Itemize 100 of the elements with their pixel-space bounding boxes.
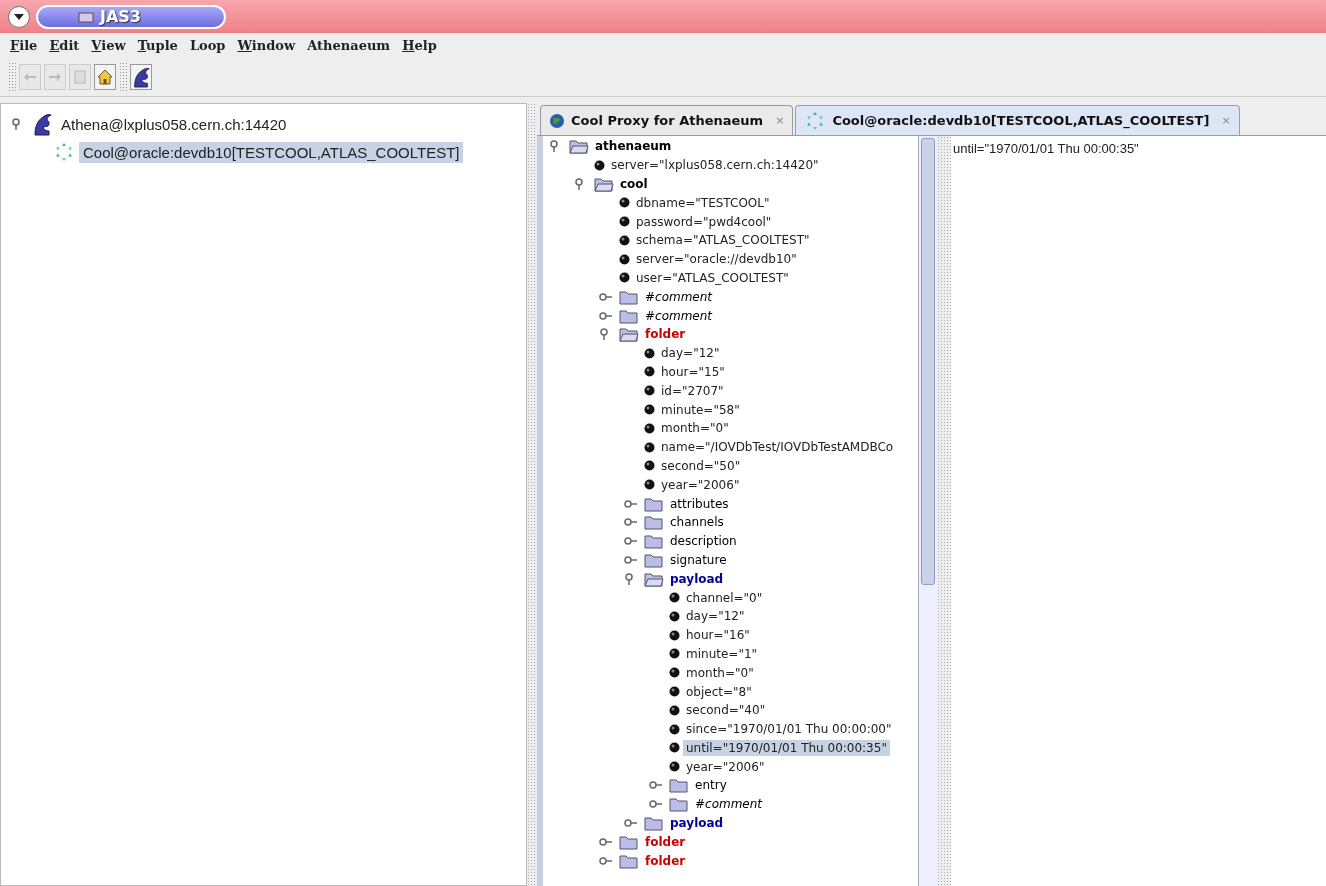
menu-item[interactable]: File bbox=[10, 38, 38, 53]
attribute-node[interactable]: user="ATLAS_COOLTEST" bbox=[633, 269, 792, 286]
scroll-bar[interactable] bbox=[918, 136, 937, 886]
collapsed-toggle-icon[interactable] bbox=[599, 309, 613, 322]
tab[interactable]: Cool@oracle:devdb10[TESTCOOL,ATLAS_COOLTEST] × bbox=[795, 105, 1240, 135]
attribute-node[interactable]: second="50" bbox=[658, 457, 744, 474]
bullet-icon bbox=[669, 629, 680, 641]
caret-icon bbox=[14, 13, 24, 20]
open-folder-icon bbox=[644, 570, 664, 587]
bullet-icon bbox=[669, 723, 680, 735]
attribute-node[interactable]: day="12" bbox=[658, 345, 723, 362]
bullet-icon bbox=[644, 460, 655, 472]
collapsed-toggle-icon[interactable] bbox=[599, 835, 613, 848]
tree-node[interactable]: #comment bbox=[642, 288, 716, 305]
tree-node[interactable]: folder bbox=[642, 326, 689, 343]
tree-node[interactable]: athenaeum bbox=[592, 138, 675, 155]
bullet-icon bbox=[619, 197, 630, 209]
tree-node[interactable]: Cool@oracle:devdb10[TESTCOOL,ATLAS_COOLTEST] bbox=[79, 141, 464, 163]
menu-item[interactable]: View bbox=[91, 38, 126, 53]
attribute-node[interactable]: minute="1" bbox=[683, 645, 761, 662]
bullet-icon bbox=[669, 704, 680, 716]
tree-node[interactable]: cool bbox=[617, 176, 651, 192]
collapsed-toggle-icon[interactable] bbox=[649, 779, 663, 792]
open-folder-icon bbox=[594, 176, 614, 192]
attribute-node[interactable]: minute="58" bbox=[658, 401, 743, 418]
collapsed-toggle-icon[interactable] bbox=[649, 798, 663, 811]
folder-icon bbox=[644, 551, 664, 568]
collapsed-toggle-icon[interactable] bbox=[624, 553, 638, 566]
attribute-node[interactable]: server="lxplus058.cern.ch:14420" bbox=[608, 157, 822, 174]
attribute-node[interactable]: hour="15" bbox=[658, 363, 728, 380]
tree-node[interactable]: Athena@lxplus058.cern.ch:14420 bbox=[57, 113, 291, 135]
menu-item[interactable]: Help bbox=[402, 38, 437, 53]
window-title: JAS3 bbox=[100, 7, 141, 26]
toolbar-button[interactable] bbox=[94, 64, 116, 90]
attribute-node[interactable]: dbname="TESTCOOL" bbox=[633, 194, 773, 211]
collapsed-toggle-icon[interactable] bbox=[624, 516, 638, 529]
tree-node[interactable]: folder bbox=[642, 852, 689, 869]
folder-icon bbox=[619, 307, 639, 324]
bullet-icon bbox=[669, 686, 680, 697]
tree-node[interactable]: #comment bbox=[692, 796, 766, 813]
splitter-handle[interactable] bbox=[937, 136, 951, 886]
attribute-node[interactable]: channel="0" bbox=[683, 589, 766, 606]
menu-item[interactable]: Tuple bbox=[137, 38, 178, 53]
attribute-node[interactable]: month="0" bbox=[683, 664, 757, 681]
collapsed-toggle-icon[interactable] bbox=[599, 290, 613, 303]
folder-icon bbox=[644, 533, 664, 550]
attribute-node[interactable]: schema="ATLAS_COOLTEST" bbox=[633, 232, 813, 249]
bullet-icon bbox=[619, 234, 630, 246]
attribute-node[interactable]: server="oracle://devdb10" bbox=[633, 251, 800, 268]
tree-node[interactable]: entry bbox=[692, 777, 730, 794]
tree-node[interactable]: payload bbox=[667, 815, 727, 832]
tree-node[interactable]: channels bbox=[667, 514, 727, 531]
attribute-node[interactable]: id="2707" bbox=[658, 382, 727, 399]
bullet-icon bbox=[644, 347, 655, 359]
tree-node[interactable]: folder bbox=[642, 833, 689, 850]
menu-item[interactable]: Loop bbox=[189, 38, 226, 53]
globe-icon bbox=[549, 112, 565, 129]
attribute-node[interactable]: year="2006" bbox=[683, 758, 768, 775]
bullet-icon bbox=[669, 742, 680, 754]
attribute-node[interactable]: second="40" bbox=[683, 702, 769, 719]
folder-icon bbox=[619, 852, 639, 869]
attribute-node[interactable]: until="1970/01/01 Thu 00:00:35" bbox=[683, 739, 890, 756]
menu-item[interactable]: Edit bbox=[49, 38, 80, 53]
menu-item[interactable]: Athenaeum bbox=[307, 38, 391, 53]
bullet-icon bbox=[619, 253, 630, 265]
attribute-node[interactable]: day="12" bbox=[683, 608, 748, 625]
menu-item[interactable]: Window bbox=[237, 38, 296, 53]
snowflake-icon bbox=[53, 141, 75, 163]
attribute-node[interactable]: since="1970/01/01 Thu 00:00:00" bbox=[683, 721, 895, 738]
folder-icon bbox=[619, 833, 639, 850]
bullet-icon bbox=[644, 479, 655, 491]
helmet-icon bbox=[131, 65, 151, 89]
scroll-thumb[interactable] bbox=[921, 138, 935, 585]
bullet-icon bbox=[644, 404, 655, 416]
attribute-node[interactable]: name="/IOVDbTest/IOVDbTestAMDBCo bbox=[658, 439, 897, 456]
detail-text: until="1970/01/01 Thu 00:00:35" bbox=[953, 141, 1139, 156]
tree-node[interactable]: signature bbox=[667, 551, 730, 568]
window-menu-button[interactable] bbox=[8, 5, 30, 28]
collapsed-toggle-icon[interactable] bbox=[624, 817, 638, 830]
tree-node[interactable]: payload bbox=[667, 570, 727, 587]
home-icon bbox=[97, 69, 113, 85]
bullet-icon bbox=[644, 385, 655, 397]
tree-node[interactable]: description bbox=[667, 533, 740, 550]
folder-icon bbox=[669, 777, 689, 794]
attribute-node[interactable]: object="8" bbox=[683, 683, 755, 700]
collapsed-toggle-icon[interactable] bbox=[624, 497, 638, 510]
collapsed-toggle-icon[interactable] bbox=[624, 535, 638, 548]
splitter-handle[interactable] bbox=[527, 103, 537, 886]
toolbar-button[interactable] bbox=[130, 64, 152, 90]
tree-node[interactable]: attributes bbox=[667, 495, 732, 512]
collapsed-toggle-icon[interactable] bbox=[599, 854, 613, 867]
attribute-node[interactable]: hour="16" bbox=[683, 627, 753, 644]
attribute-node[interactable]: password="pwd4cool" bbox=[633, 213, 775, 230]
open-folder-icon bbox=[569, 138, 589, 155]
attribute-node[interactable]: month="0" bbox=[658, 420, 732, 437]
folder-icon bbox=[619, 288, 639, 305]
attribute-node[interactable]: year="2006" bbox=[658, 476, 743, 493]
tree-node[interactable]: #comment bbox=[642, 307, 716, 324]
bullet-icon bbox=[619, 272, 630, 284]
tab[interactable]: Cool Proxy for Athenaeum × bbox=[540, 105, 794, 135]
